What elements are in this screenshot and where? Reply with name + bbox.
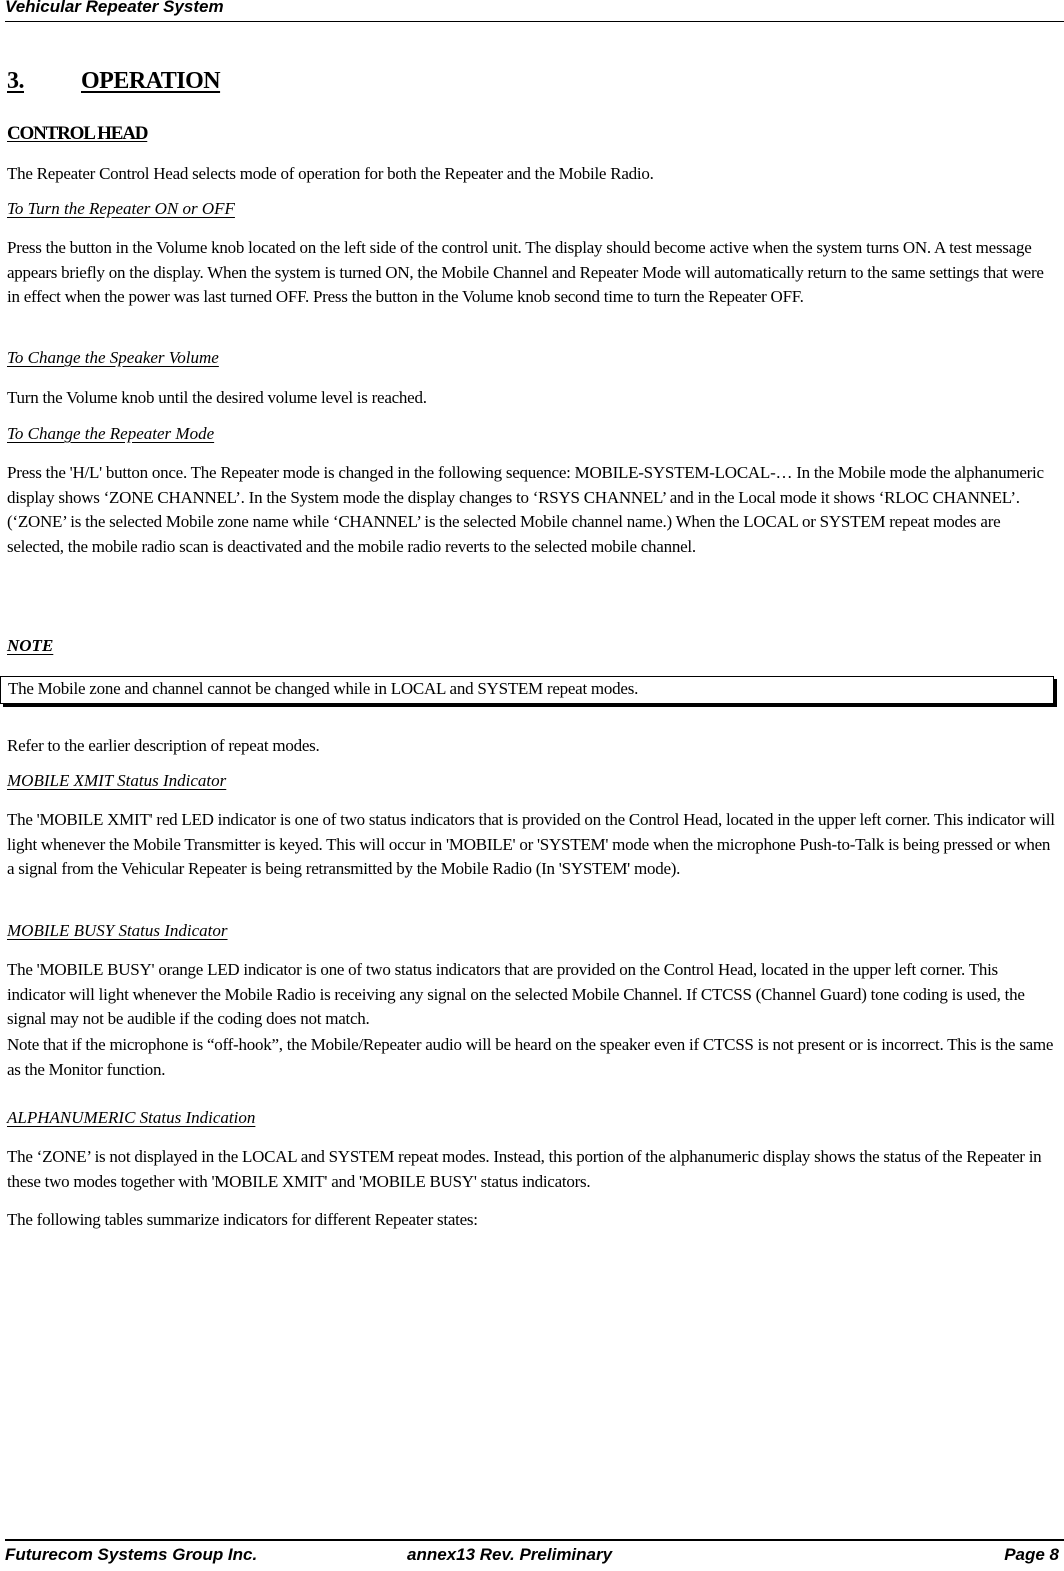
document-title: Vehicular Repeater System xyxy=(5,0,224,16)
subheading-repeater-mode: To Change the Repeater Mode xyxy=(7,424,215,443)
page-footer: Futurecom Systems Group Inc. annex13 Rev… xyxy=(5,1539,1064,1571)
subheading-volume: To Change the Speaker Volume xyxy=(7,348,219,367)
paragraph-off-hook: Note that if the microphone is “off-hook… xyxy=(7,1035,1054,1079)
paragraph-mobile-xmit: The 'MOBILE XMIT' red LED indicator is o… xyxy=(7,810,1055,878)
paragraph-alphanumeric: The ‘ZONE’ is not displayed in the LOCAL… xyxy=(7,1147,1042,1191)
note-box: The Mobile zone and channel cannot be ch… xyxy=(0,676,1054,704)
paragraph-tables-intro: The following tables summarize indicator… xyxy=(7,1210,478,1229)
paragraph-power: Press the button in the Volume knob loca… xyxy=(7,238,1044,306)
footer-company: Futurecom Systems Group Inc. xyxy=(5,1545,258,1564)
footer-document-revision: annex13 Rev. Preliminary xyxy=(407,1545,613,1564)
note-label: NOTE xyxy=(7,636,54,655)
page-header: Vehicular Repeater System xyxy=(5,0,1064,22)
section-number: 3. xyxy=(7,68,25,94)
subheading-power: To Turn the Repeater ON or OFF xyxy=(7,199,235,218)
subheading-alphanumeric: ALPHANUMERIC Status Indication xyxy=(7,1108,256,1127)
note-after-text: Refer to the earlier description of repe… xyxy=(7,736,320,755)
note-text: The Mobile zone and channel cannot be ch… xyxy=(8,679,639,698)
control-head-heading: CONTROL HEAD xyxy=(7,123,148,144)
subheading-mobile-xmit: MOBILE XMIT Status Indicator xyxy=(7,771,227,790)
paragraph-repeater-mode: Press the 'H/L' button once. The Repeate… xyxy=(7,463,1044,556)
paragraph-mobile-busy: The 'MOBILE BUSY' orange LED indicator i… xyxy=(7,960,1025,1028)
subheading-mobile-busy: MOBILE BUSY Status Indicator xyxy=(7,921,228,940)
paragraph-volume: Turn the Volume knob until the desired v… xyxy=(7,388,427,407)
footer-page-number: Page 8 xyxy=(1004,1545,1059,1564)
section-title: OPERATION xyxy=(81,68,221,94)
control-head-intro: The Repeater Control Head selects mode o… xyxy=(7,164,654,183)
